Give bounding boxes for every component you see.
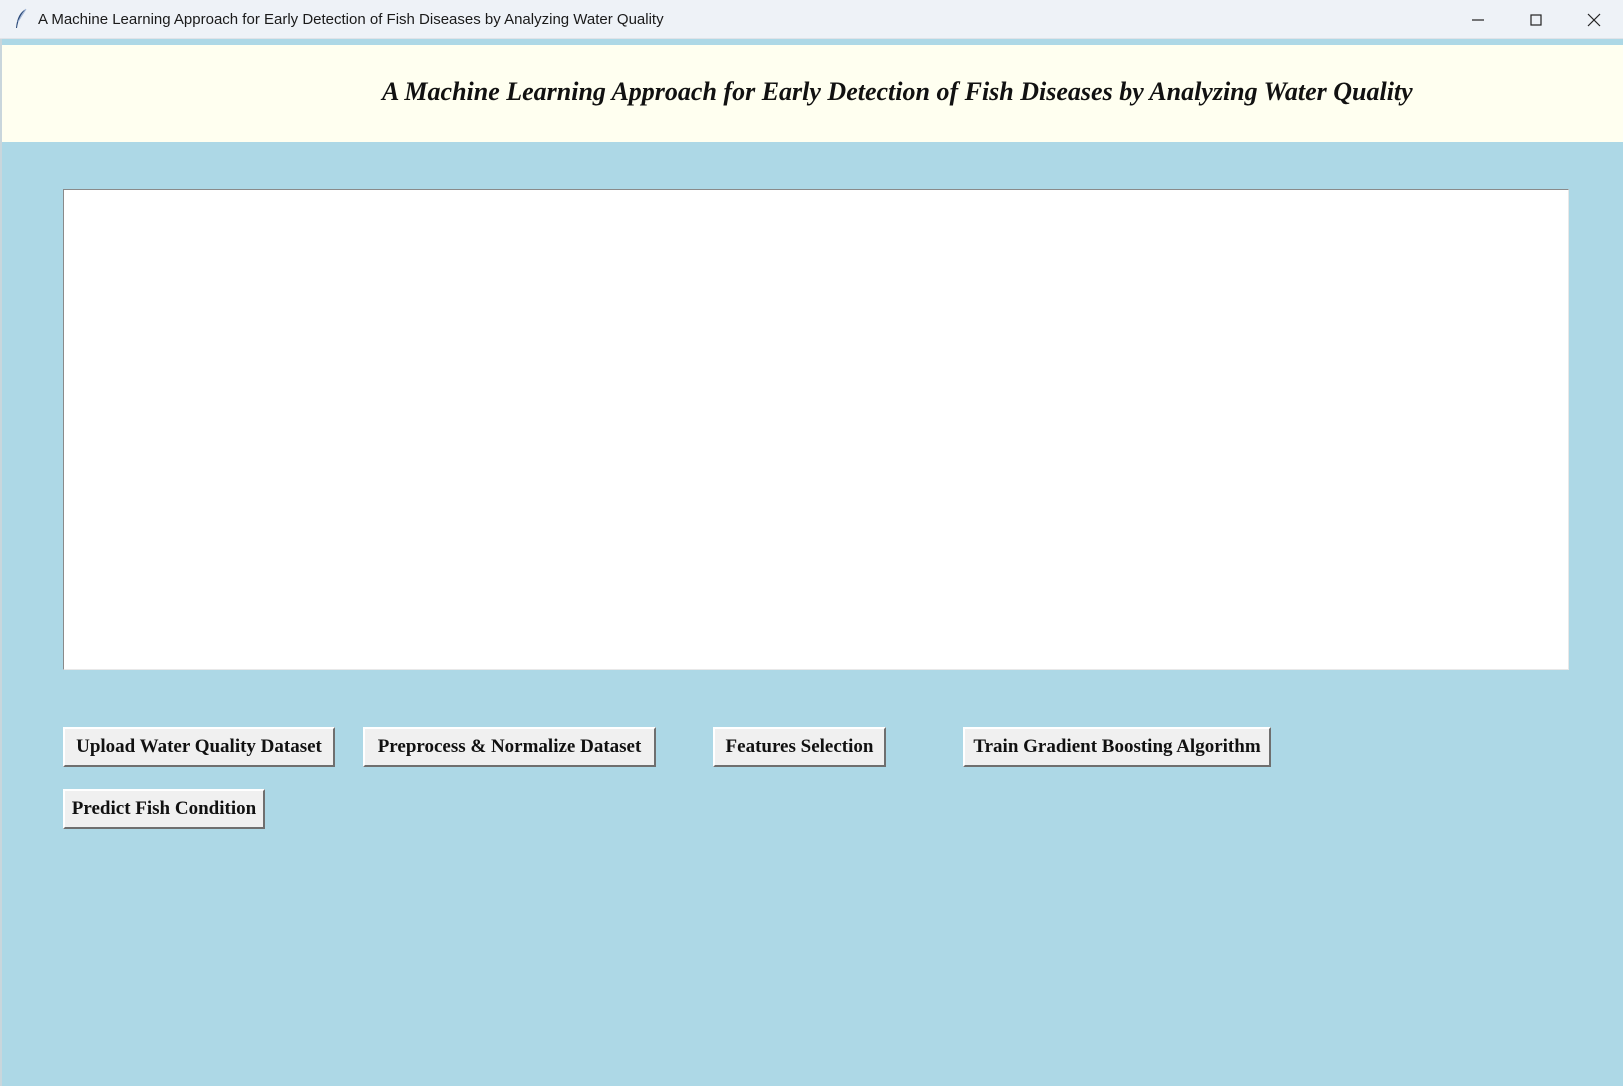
train-gradient-boosting-button[interactable]: Train Gradient Boosting Algorithm <box>963 727 1271 767</box>
maximize-button[interactable] <box>1507 0 1565 39</box>
window-title: A Machine Learning Approach for Early De… <box>38 10 664 28</box>
page-title: A Machine Learning Approach for Early De… <box>382 77 1413 106</box>
maximize-icon <box>1530 13 1542 26</box>
output-text-area[interactable] <box>63 189 1569 670</box>
window-controls <box>1449 0 1623 39</box>
minimize-button[interactable] <box>1449 0 1507 39</box>
close-icon <box>1587 13 1601 26</box>
upload-dataset-button[interactable]: Upload Water Quality Dataset <box>63 727 335 767</box>
preprocess-normalize-button[interactable]: Preprocess & Normalize Dataset <box>363 727 656 767</box>
header-banner: A Machine Learning Approach for Early De… <box>2 45 1623 142</box>
close-button[interactable] <box>1565 0 1623 39</box>
features-selection-button[interactable]: Features Selection <box>713 727 886 767</box>
window-left-border <box>0 39 2 1086</box>
title-bar[interactable]: A Machine Learning Approach for Early De… <box>0 0 1623 39</box>
predict-fish-condition-button[interactable]: Predict Fish Condition <box>63 789 265 829</box>
app-window: A Machine Learning Approach for Early De… <box>0 0 1623 1086</box>
minimize-icon <box>1472 18 1484 21</box>
feather-icon <box>12 7 30 31</box>
